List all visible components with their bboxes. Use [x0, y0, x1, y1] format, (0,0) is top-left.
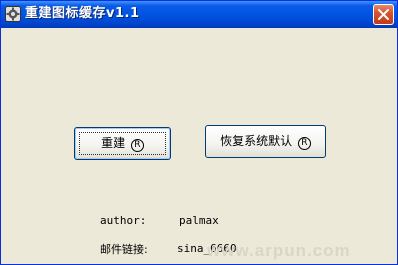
close-button[interactable] [373, 4, 394, 25]
rebuild-button[interactable]: 重建 R [74, 127, 171, 160]
watermark-text: www.arpun.com [207, 241, 351, 260]
rebuild-accel-key: R [130, 139, 144, 152]
rebuild-button-label: 重建 [101, 136, 126, 150]
title-bar[interactable]: 重建图标缓存v1.1 [1, 1, 397, 28]
close-icon [378, 9, 389, 20]
restore-button-label: 恢复系统默认 [220, 134, 293, 148]
gear-icon [5, 6, 21, 22]
app-window: 重建图标缓存v1.1 重建 R 恢复系统默认 R author: palmax … [0, 0, 398, 265]
email-label: 邮件链接: [100, 243, 148, 256]
restore-default-button[interactable]: 恢复系统默认 R [205, 125, 326, 158]
window-title: 重建图标缓存v1.1 [25, 6, 140, 21]
author-value: palmax [179, 214, 219, 227]
author-label: author: [100, 214, 147, 227]
restore-accel-key: R [297, 137, 311, 150]
